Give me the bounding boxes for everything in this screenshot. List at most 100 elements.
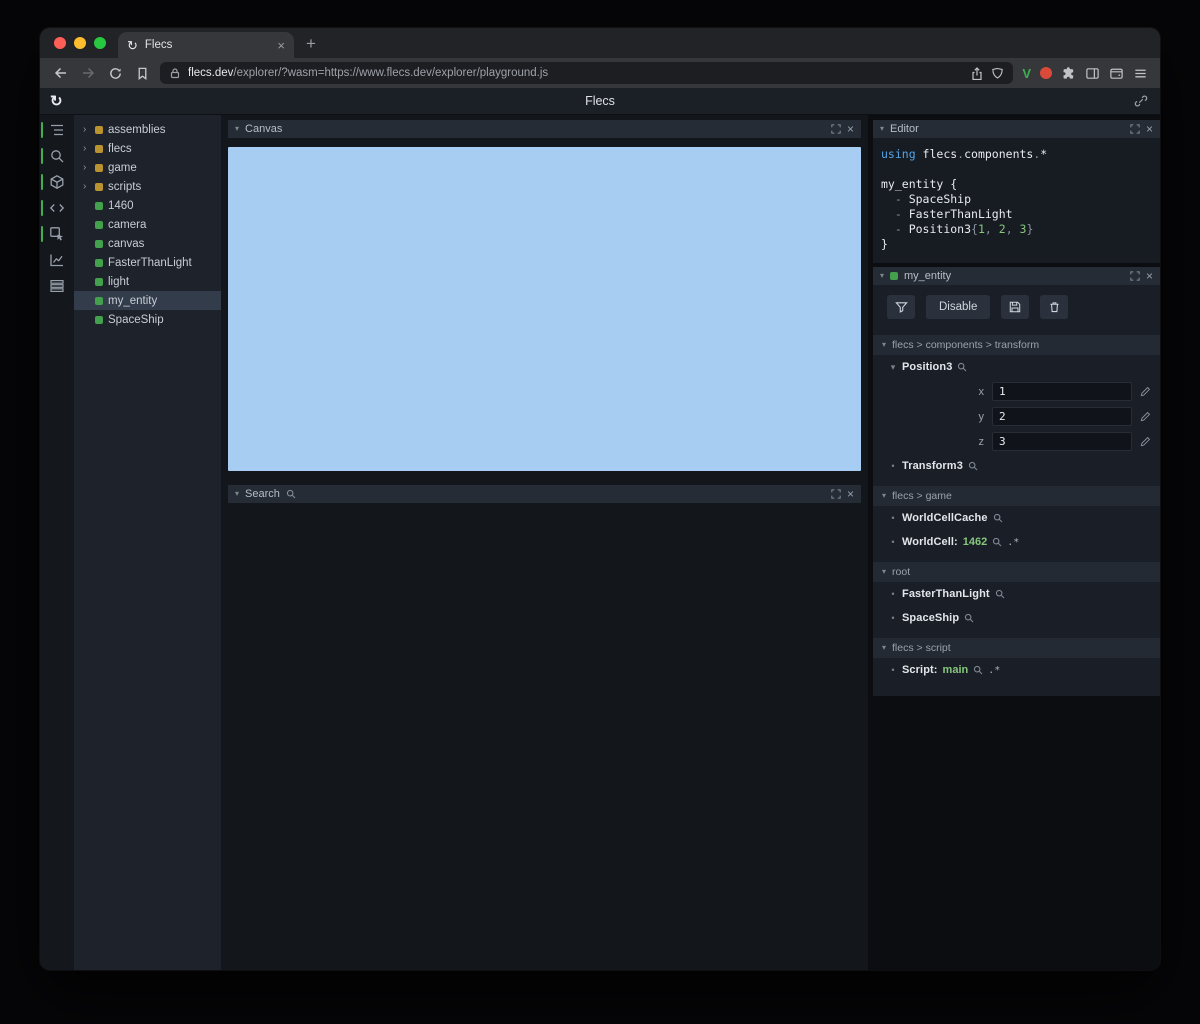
expand-chevron-icon[interactable]: › (83, 143, 90, 154)
tree-item-scripts[interactable]: › scripts (74, 177, 221, 196)
tree-item-label: scripts (108, 180, 142, 193)
component-FasterThanLight[interactable]: • FasterThanLight (873, 582, 1160, 606)
search-icon[interactable] (957, 362, 967, 372)
tab-close-icon[interactable]: × (277, 39, 285, 52)
close-panel-icon[interactable]: × (1146, 123, 1153, 135)
expand-panel-icon[interactable] (831, 124, 841, 134)
inspector-body: Disable ▾ flecs > components > transform ▾… (873, 285, 1160, 696)
search-icon[interactable] (964, 613, 974, 623)
field-input-z[interactable]: 3 (992, 432, 1132, 451)
collapse-chevron-icon[interactable]: ▾ (235, 490, 239, 498)
forward-button[interactable] (79, 64, 97, 82)
tree-item-SpaceShip[interactable]: SpaceShip (74, 310, 221, 329)
tree-item-canvas[interactable]: canvas (74, 234, 221, 253)
edit-icon[interactable] (1140, 386, 1151, 397)
code-icon[interactable] (40, 195, 74, 221)
tree-item-label: flecs (108, 142, 132, 155)
sidebar-toggle-icon[interactable] (1085, 66, 1100, 81)
collapse-chevron-icon[interactable]: ▾ (880, 272, 884, 280)
tree-item-my_entity[interactable]: my_entity (74, 291, 221, 310)
bookmark-icon[interactable] (133, 64, 151, 82)
share-icon[interactable] (970, 66, 984, 80)
inspector-panel-title: my_entity (904, 270, 952, 282)
inspector-toolbar: Disable (873, 285, 1160, 327)
wallet-icon[interactable] (1109, 66, 1124, 81)
component-value: 1462 (962, 536, 988, 548)
browser-tab[interactable]: ↻ Flecs × (118, 32, 294, 58)
section-header[interactable]: ▾ flecs > game (873, 486, 1160, 506)
close-panel-icon[interactable]: × (1146, 270, 1153, 282)
component-WorldCellCache[interactable]: • WorldCellCache (873, 506, 1160, 530)
disable-button[interactable]: Disable (926, 295, 991, 319)
component-SpaceShip[interactable]: • SpaceShip (873, 606, 1160, 630)
close-window-button[interactable] (54, 37, 66, 49)
component-Position3[interactable]: ▾ Position3 (873, 355, 1160, 379)
close-panel-icon[interactable]: × (847, 123, 854, 135)
delete-button[interactable] (1040, 295, 1069, 319)
reload-button[interactable] (106, 64, 124, 82)
component-Script[interactable]: • Script: main .* (873, 658, 1160, 682)
collapse-chevron-icon: ▾ (882, 567, 887, 576)
collapse-chevron-icon[interactable]: ▾ (235, 125, 239, 133)
search-icon[interactable] (993, 513, 1003, 523)
render-canvas[interactable] (228, 147, 861, 471)
query-search-icon[interactable] (40, 143, 74, 169)
extension-dot-icon[interactable] (1040, 67, 1052, 79)
chart-icon[interactable] (40, 247, 74, 273)
field-input-x[interactable]: 1 (992, 382, 1132, 401)
save-button[interactable] (1001, 295, 1030, 319)
expand-chevron-icon[interactable]: › (83, 181, 90, 192)
expand-panel-icon[interactable] (831, 489, 841, 499)
collapse-chevron-icon: ▾ (882, 340, 887, 349)
permalink-icon[interactable] (1134, 94, 1148, 108)
close-panel-icon[interactable]: × (847, 488, 854, 500)
tree-item-camera[interactable]: camera (74, 215, 221, 234)
expand-panel-icon[interactable] (1130, 271, 1140, 281)
inspect-cursor-icon[interactable] (40, 221, 74, 247)
component-WorldCell[interactable]: • WorldCell: 1462 .* (873, 530, 1160, 554)
new-tab-button[interactable]: + (306, 35, 316, 52)
expand-panel-icon[interactable] (1130, 124, 1140, 134)
tree-item-FasterThanLight[interactable]: FasterThanLight (74, 253, 221, 272)
menu-icon[interactable] (1133, 66, 1148, 81)
entity-tree-icon[interactable] (40, 117, 74, 143)
bullet-icon: • (891, 512, 895, 523)
address-bar[interactable]: flecs.dev/explorer/?wasm=https://www.fle… (160, 62, 1014, 84)
package-icon[interactable] (40, 169, 74, 195)
component-Transform3[interactable]: • Transform3 (873, 454, 1160, 478)
expand-chevron-icon[interactable]: › (83, 124, 90, 135)
filter-button[interactable] (887, 295, 915, 319)
bullet-icon: • (891, 460, 895, 471)
search-icon[interactable] (968, 461, 978, 471)
extension-v-icon[interactable]: V (1022, 66, 1031, 81)
tree-item-assemblies[interactable]: › assemblies (74, 120, 221, 139)
section-header[interactable]: ▾ flecs > script (873, 638, 1160, 658)
lock-icon[interactable] (169, 67, 181, 79)
app-body: › assemblies › flecs › game › scripts 1460 camera… (40, 115, 1160, 970)
field-input-y[interactable]: 2 (992, 407, 1132, 426)
tree-item-game[interactable]: › game (74, 158, 221, 177)
section-header[interactable]: ▾ flecs > components > transform (873, 335, 1160, 355)
edit-icon[interactable] (1140, 411, 1151, 422)
fullscreen-window-button[interactable] (94, 37, 106, 49)
collapse-chevron-icon[interactable]: ▾ (880, 125, 884, 133)
minimize-window-button[interactable] (74, 37, 86, 49)
tree-item-1460[interactable]: 1460 (74, 196, 221, 215)
module-icon (95, 163, 103, 172)
edit-icon[interactable] (1140, 436, 1151, 447)
search-icon[interactable] (992, 537, 1002, 547)
extensions-puzzle-icon[interactable] (1061, 66, 1076, 81)
editor-code[interactable]: using flecs.components.* my_entity { - S… (873, 138, 1160, 263)
shield-icon[interactable] (991, 67, 1004, 80)
tree-item-light[interactable]: light (74, 272, 221, 291)
field-label: x (978, 385, 985, 398)
search-icon[interactable] (973, 665, 983, 675)
section-header[interactable]: ▾ root (873, 562, 1160, 582)
tree-item-flecs[interactable]: › flecs (74, 139, 221, 158)
tables-icon[interactable] (40, 273, 74, 299)
search-icon[interactable] (995, 589, 1005, 599)
back-button[interactable] (52, 64, 70, 82)
expand-chevron-icon[interactable]: › (83, 162, 90, 173)
tab-strip: ↻ Flecs × + (40, 28, 1160, 58)
canvas-panel-header: ▾ Canvas × (228, 120, 861, 138)
